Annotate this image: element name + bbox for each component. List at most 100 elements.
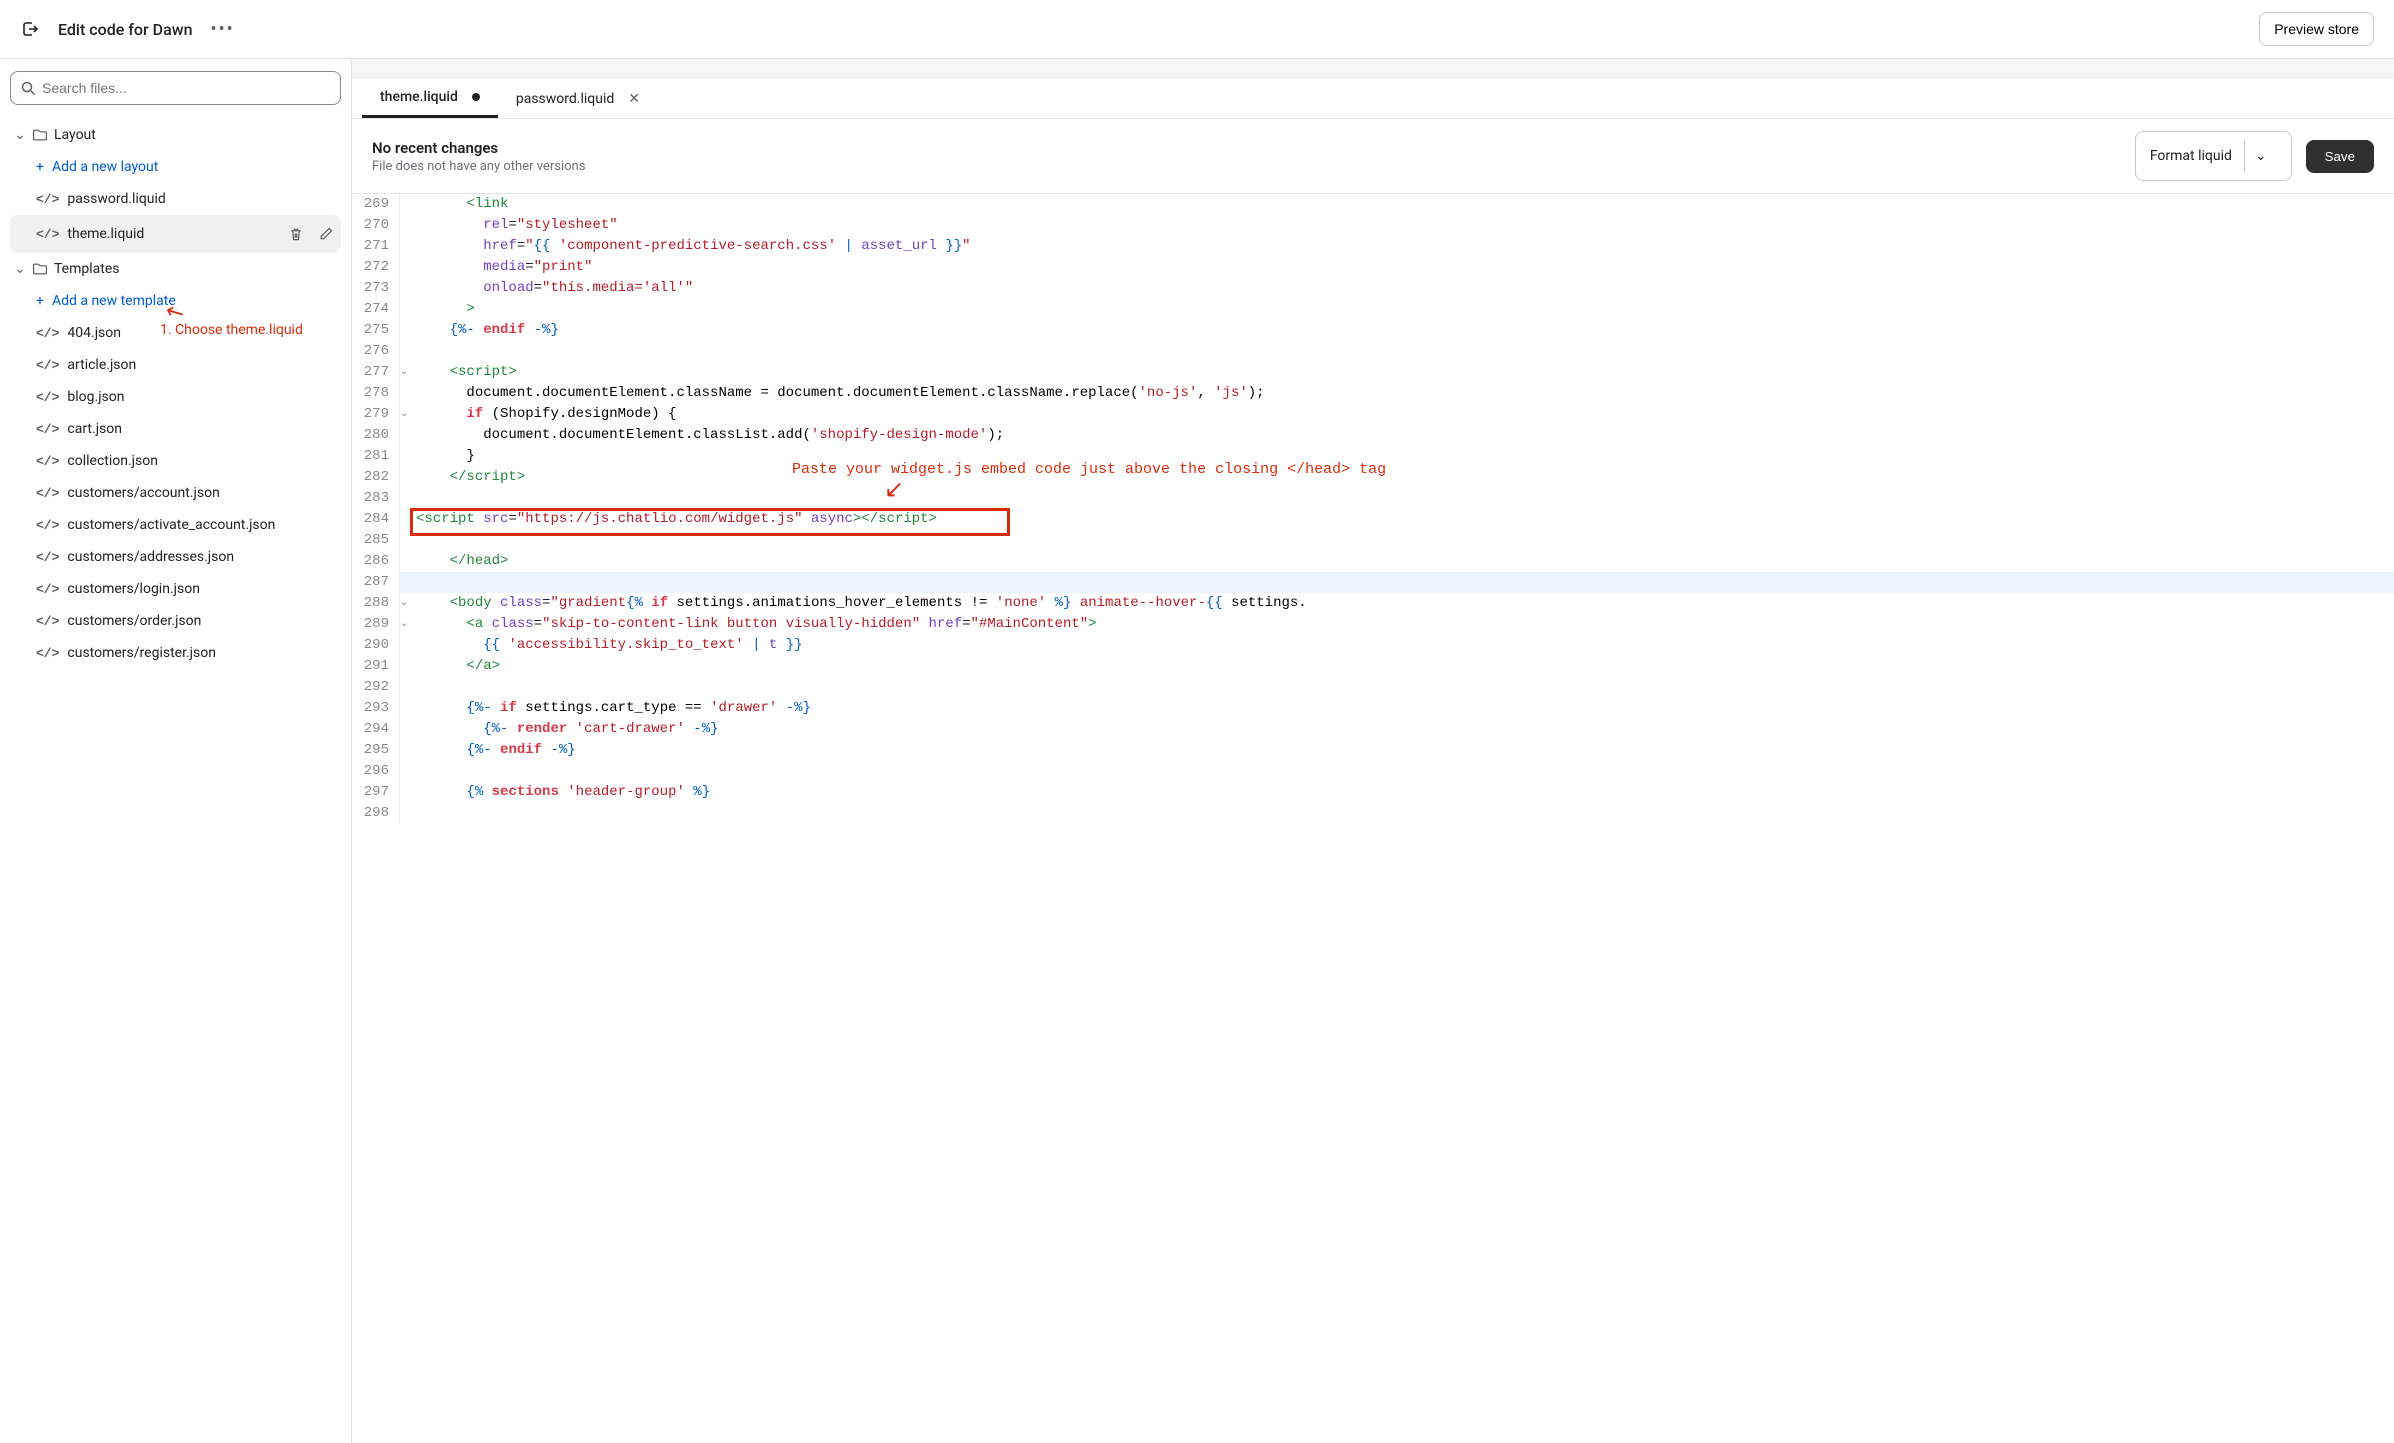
code-line[interactable]: 271 href="{{ 'component-predictive-searc… bbox=[352, 236, 2394, 257]
code-line[interactable]: 294 {%- render 'cart-drawer' -%} bbox=[352, 719, 2394, 740]
code-content: media="print" bbox=[410, 257, 592, 278]
format-liquid-button[interactable]: Format liquid ⌄ bbox=[2135, 131, 2292, 181]
code-line[interactable]: 280 document.documentElement.classList.a… bbox=[352, 425, 2394, 446]
code-line[interactable]: 293 {%- if settings.cart_type == 'drawer… bbox=[352, 698, 2394, 719]
code-line[interactable]: 270 rel="stylesheet" bbox=[352, 215, 2394, 236]
chevron-down-icon: ⌄ bbox=[14, 261, 26, 277]
status-left: No recent changes File does not have any… bbox=[372, 139, 585, 174]
file-item-customers-register-json[interactable]: </>customers/register.json bbox=[10, 637, 341, 669]
line-number: 279 bbox=[352, 404, 400, 425]
code-content bbox=[410, 677, 416, 698]
code-content: if (Shopify.designMode) { bbox=[410, 404, 676, 425]
exit-icon[interactable] bbox=[20, 19, 40, 39]
code-line[interactable]: 287 bbox=[352, 572, 2394, 593]
fold-icon bbox=[400, 719, 410, 740]
file-label: customers/account.json bbox=[67, 485, 219, 501]
fold-icon[interactable]: ⌄ bbox=[400, 404, 410, 425]
code-line[interactable]: 283 bbox=[352, 488, 2394, 509]
line-number: 297 bbox=[352, 782, 400, 803]
line-number: 290 bbox=[352, 635, 400, 656]
save-button[interactable]: Save bbox=[2306, 140, 2374, 173]
code-line[interactable]: 278 document.documentElement.className =… bbox=[352, 383, 2394, 404]
fold-icon[interactable]: ⌄ bbox=[400, 362, 410, 383]
line-number: 291 bbox=[352, 656, 400, 677]
code-line[interactable]: 298 bbox=[352, 803, 2394, 824]
file-item-collection-json[interactable]: </>collection.json bbox=[10, 445, 341, 477]
line-number: 275 bbox=[352, 320, 400, 341]
file-item-customers-login-json[interactable]: </>customers/login.json bbox=[10, 573, 341, 605]
close-icon[interactable]: ✕ bbox=[628, 91, 640, 107]
file-item-cart-json[interactable]: </>cart.json bbox=[10, 413, 341, 445]
modified-dot-icon bbox=[472, 93, 480, 101]
code-editor[interactable]: Paste your widget.js embed code just abo… bbox=[352, 194, 2394, 1443]
code-file-icon: </> bbox=[36, 192, 59, 207]
file-item-article-json[interactable]: </>article.json bbox=[10, 349, 341, 381]
topbar-left: Edit code for Dawn ••• bbox=[20, 19, 235, 40]
code-line[interactable]: 285 bbox=[352, 530, 2394, 551]
folder-icon bbox=[32, 127, 48, 143]
code-line[interactable]: 279⌄ if (Shopify.designMode) { bbox=[352, 404, 2394, 425]
fold-icon bbox=[400, 656, 410, 677]
fold-icon bbox=[400, 341, 410, 362]
file-label: cart.json bbox=[67, 421, 122, 437]
folder-templates[interactable]: ⌄ Templates bbox=[10, 253, 341, 285]
code-line[interactable]: 272 media="print" bbox=[352, 257, 2394, 278]
code-line[interactable]: 296 bbox=[352, 761, 2394, 782]
code-line[interactable]: 291 </a> bbox=[352, 656, 2394, 677]
file-item-customers-order-json[interactable]: </>customers/order.json bbox=[10, 605, 341, 637]
plus-icon: + bbox=[36, 293, 44, 309]
folder-layout[interactable]: ⌄ Layout bbox=[10, 119, 341, 151]
code-line[interactable]: 281 } bbox=[352, 446, 2394, 467]
more-icon[interactable]: ••• bbox=[211, 19, 235, 40]
fold-icon bbox=[400, 803, 410, 824]
code-content: </a> bbox=[410, 656, 500, 677]
fold-icon[interactable]: ⌄ bbox=[400, 614, 410, 635]
code-content: {% sections 'header-group' %} bbox=[410, 782, 710, 803]
code-line[interactable]: 269 <link bbox=[352, 194, 2394, 215]
code-line[interactable]: 288⌄ <body class="gradient{% if settings… bbox=[352, 593, 2394, 614]
file-item-customers-addresses-json[interactable]: </>customers/addresses.json bbox=[10, 541, 341, 573]
line-number: 283 bbox=[352, 488, 400, 509]
fold-icon bbox=[400, 278, 410, 299]
code-line[interactable]: 275 {%- endif -%} bbox=[352, 320, 2394, 341]
fold-icon bbox=[400, 740, 410, 761]
code-line[interactable]: 273 onload="this.media='all'" bbox=[352, 278, 2394, 299]
edit-icon[interactable] bbox=[315, 223, 337, 245]
code-file-icon: </> bbox=[36, 614, 59, 629]
code-line[interactable]: 289⌄ <a class="skip-to-content-link butt… bbox=[352, 614, 2394, 635]
line-number: 278 bbox=[352, 383, 400, 404]
file-label: password.liquid bbox=[67, 191, 165, 207]
delete-icon[interactable] bbox=[285, 223, 307, 245]
code-line[interactable]: 297 {% sections 'header-group' %} bbox=[352, 782, 2394, 803]
code-line[interactable]: 292 bbox=[352, 677, 2394, 698]
file-item-password-liquid[interactable]: </> password.liquid bbox=[10, 183, 341, 215]
file-item-blog-json[interactable]: </>blog.json bbox=[10, 381, 341, 413]
fold-icon bbox=[400, 215, 410, 236]
add-template-link[interactable]: + Add a new template bbox=[10, 285, 341, 317]
code-line[interactable]: 274 > bbox=[352, 299, 2394, 320]
chevron-down-icon[interactable]: ⌄ bbox=[2244, 140, 2277, 172]
search-input[interactable] bbox=[42, 80, 330, 96]
code-content: onload="this.media='all'" bbox=[410, 278, 693, 299]
code-line[interactable]: 277⌄ <script> bbox=[352, 362, 2394, 383]
tab-theme-liquid[interactable]: theme.liquid bbox=[362, 79, 498, 118]
code-line[interactable]: 282 </script> bbox=[352, 467, 2394, 488]
code-line[interactable]: 295 {%- endif -%} bbox=[352, 740, 2394, 761]
search-box[interactable] bbox=[10, 71, 341, 105]
code-line[interactable]: 276 bbox=[352, 341, 2394, 362]
preview-store-button[interactable]: Preview store bbox=[2259, 12, 2374, 46]
fold-icon bbox=[400, 383, 410, 404]
fold-icon[interactable]: ⌄ bbox=[400, 593, 410, 614]
sidebar: ⌄ Layout + Add a new layout </> password.… bbox=[0, 59, 352, 1443]
code-file-icon: </> bbox=[36, 550, 59, 565]
file-item-customers-account-json[interactable]: </>customers/account.json bbox=[10, 477, 341, 509]
code-line[interactable]: 286 </head> bbox=[352, 551, 2394, 572]
add-layout-link[interactable]: + Add a new layout bbox=[10, 151, 341, 183]
code-line[interactable]: 290 {{ 'accessibility.skip_to_text' | t … bbox=[352, 635, 2394, 656]
file-item-customers-activate_account-json[interactable]: </>customers/activate_account.json bbox=[10, 509, 341, 541]
fold-icon bbox=[400, 425, 410, 446]
tab-password-liquid[interactable]: password.liquid✕ bbox=[498, 79, 658, 118]
file-item-404-json[interactable]: </>404.json bbox=[10, 317, 341, 349]
file-item-theme-liquid[interactable]: </>theme.liquid bbox=[10, 215, 341, 253]
code-line[interactable]: 284<script src="https://js.chatlio.com/w… bbox=[352, 509, 2394, 530]
